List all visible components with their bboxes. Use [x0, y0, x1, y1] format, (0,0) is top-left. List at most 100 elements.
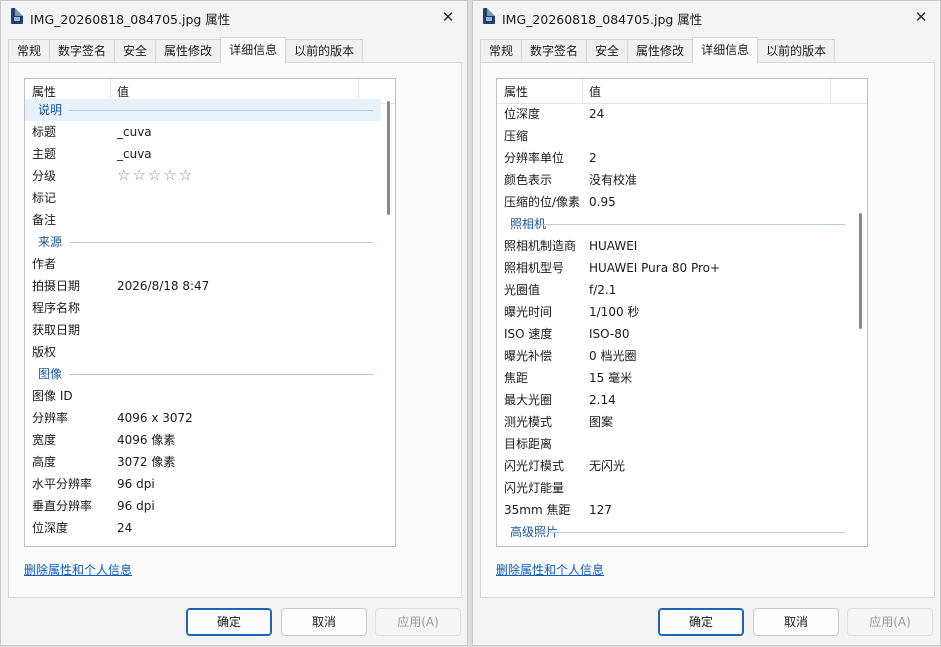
property-row[interactable]: 分辨率单位 2: [497, 147, 853, 169]
remove-properties-link[interactable]: 删除属性和个人信息: [496, 561, 604, 578]
section-header[interactable]: 图像: [25, 363, 381, 385]
tab-general[interactable]: 常规: [480, 39, 523, 63]
scrollbar-thumb[interactable]: [859, 213, 862, 329]
property-row[interactable]: 图像 ID: [25, 385, 381, 407]
property-row[interactable]: 宽度 4096 像素: [25, 429, 381, 451]
property-row[interactable]: 35mm 焦距 127: [497, 499, 853, 521]
property-name: 照相机型号: [504, 261, 565, 275]
property-row[interactable]: 目标距离: [497, 433, 853, 455]
close-icon[interactable]: ✕: [433, 5, 463, 29]
property-row[interactable]: 程序名称: [25, 297, 381, 319]
property-row[interactable]: 位深度 24: [25, 517, 381, 539]
section-header[interactable]: 高级照片: [497, 521, 853, 543]
tab-details[interactable]: 详细信息: [220, 37, 287, 63]
property-name: 垂直分辨率: [32, 499, 93, 513]
section-header[interactable]: 来源: [25, 231, 381, 253]
property-row[interactable]: 闪光灯模式 无闪光: [497, 455, 853, 477]
section-label: 图像: [38, 367, 63, 381]
property-value: 0.95: [589, 195, 616, 209]
tab-general[interactable]: 常规: [8, 39, 51, 63]
property-row[interactable]: 备注: [25, 209, 381, 231]
property-name: 颜色表示: [504, 173, 553, 187]
property-name: 照相机制造商: [504, 239, 577, 253]
property-row[interactable]: 水平分辨率 96 dpi: [25, 473, 381, 495]
property-row[interactable]: 分级 ☆☆☆☆☆: [25, 165, 381, 187]
cancel-button[interactable]: 取消: [753, 608, 839, 636]
property-row[interactable]: 主题 _cuva: [25, 143, 381, 165]
property-row[interactable]: 标题 _cuva: [25, 121, 381, 143]
property-row[interactable]: 拍摄日期 2026/8/18 8:47: [25, 275, 381, 297]
property-row[interactable]: 颜色表示 没有校准: [497, 169, 853, 191]
property-name: 曝光补偿: [504, 349, 553, 363]
property-list[interactable]: 属性 值 说明 标题 _cuva 主题 _cuva 分级 ☆☆☆☆☆ 标记 备注 来源 作者 拍摄日期…: [24, 78, 396, 547]
tab-digital-signatures[interactable]: 数字签名: [521, 39, 588, 63]
property-row[interactable]: 测光模式 图案: [497, 411, 853, 433]
property-value: 没有校准: [589, 173, 638, 187]
scrollbar-thumb[interactable]: [387, 101, 390, 215]
property-row[interactable]: 焦距 15 毫米: [497, 367, 853, 389]
property-list[interactable]: 属性 值 位深度 24 压缩 分辨率单位 2 颜色表示 没有校准 压缩的位/像素 0.95 照相机…: [496, 78, 868, 547]
tab-digital-signatures[interactable]: 数字签名: [49, 39, 116, 63]
column-header-property[interactable]: 属性: [32, 83, 56, 100]
cancel-button[interactable]: 取消: [281, 608, 367, 636]
properties-dialog-left: IMG_20260818_084705.jpg 属性 ✕ 常规 数字签名 安全 …: [0, 0, 468, 646]
tab-property-edit[interactable]: 属性修改: [155, 39, 222, 63]
property-row[interactable]: 压缩: [497, 125, 853, 147]
tab-security[interactable]: 安全: [114, 39, 157, 63]
column-divider[interactable]: [582, 79, 583, 103]
close-icon[interactable]: ✕: [906, 5, 936, 29]
property-name: 位深度: [32, 521, 69, 535]
property-row[interactable]: ISO 速度 ISO-80: [497, 323, 853, 345]
property-row[interactable]: 曝光补偿 0 档光圈: [497, 345, 853, 367]
column-header-property[interactable]: 属性: [504, 83, 528, 100]
apply-button[interactable]: 应用(A): [847, 608, 933, 636]
section-header[interactable]: 说明: [25, 99, 381, 121]
property-row[interactable]: 照相机制造商 HUAWEI: [497, 235, 853, 257]
tab-strip: 常规 数字签名 安全 属性修改 详细信息 以前的版本: [480, 37, 836, 63]
ok-button[interactable]: 确定: [186, 608, 272, 636]
column-divider[interactable]: [830, 79, 831, 103]
tab-previous-versions[interactable]: 以前的版本: [285, 39, 364, 63]
section-divider: [69, 242, 373, 243]
property-row[interactable]: 曝光时间 1/100 秒: [497, 301, 853, 323]
property-row[interactable]: 分辨率 4096 x 3072: [25, 407, 381, 429]
file-icon: [11, 8, 23, 24]
property-value: HUAWEI: [589, 239, 638, 253]
property-name: 宽度: [32, 433, 57, 447]
title-bar[interactable]: IMG_20260818_084705.jpg 属性 ✕: [473, 1, 940, 33]
ok-button[interactable]: 确定: [658, 608, 744, 636]
property-row[interactable]: 最大光圈 2.14: [497, 389, 853, 411]
property-row[interactable]: 高度 3072 像素: [25, 451, 381, 473]
property-row[interactable]: 垂直分辨率 96 dpi: [25, 495, 381, 517]
title-bar[interactable]: IMG_20260818_084705.jpg 属性 ✕: [1, 1, 467, 33]
section-header[interactable]: 照相机: [497, 213, 853, 235]
property-value: f/2.1: [589, 283, 617, 297]
tab-previous-versions[interactable]: 以前的版本: [757, 39, 836, 63]
property-row[interactable]: 标记: [25, 187, 381, 209]
property-name: 主题: [32, 147, 57, 161]
section-divider: [69, 110, 373, 111]
tab-property-edit[interactable]: 属性修改: [627, 39, 694, 63]
property-value: 0 档光圈: [589, 349, 637, 363]
rating-stars: ☆☆☆☆☆: [117, 166, 195, 184]
property-name: 目标距离: [504, 437, 553, 451]
remove-properties-link[interactable]: 删除属性和个人信息: [24, 561, 132, 578]
property-row[interactable]: 获取日期: [25, 319, 381, 341]
tab-security[interactable]: 安全: [586, 39, 629, 63]
property-row[interactable]: 作者: [25, 253, 381, 275]
property-row[interactable]: 光圈值 f/2.1: [497, 279, 853, 301]
property-name: 高度: [32, 455, 57, 469]
property-row[interactable]: 压缩的位/像素 0.95: [497, 191, 853, 213]
property-row[interactable]: 位深度 24: [497, 103, 853, 125]
list-header: 属性 值: [497, 79, 867, 104]
column-header-value[interactable]: 值: [589, 83, 601, 100]
property-value: _cuva: [117, 125, 152, 139]
apply-button[interactable]: 应用(A): [375, 608, 461, 636]
property-row[interactable]: 闪光灯能量: [497, 477, 853, 499]
property-row[interactable]: 版权: [25, 341, 381, 363]
tab-details[interactable]: 详细信息: [692, 37, 759, 63]
property-value: 127: [589, 503, 612, 517]
column-header-value[interactable]: 值: [117, 83, 129, 100]
details-panel: 属性 值 说明 标题 _cuva 主题 _cuva 分级 ☆☆☆☆☆ 标记 备注 来源 作者 拍摄日期…: [8, 62, 462, 598]
property-row[interactable]: 照相机型号 HUAWEI Pura 80 Pro+: [497, 257, 853, 279]
